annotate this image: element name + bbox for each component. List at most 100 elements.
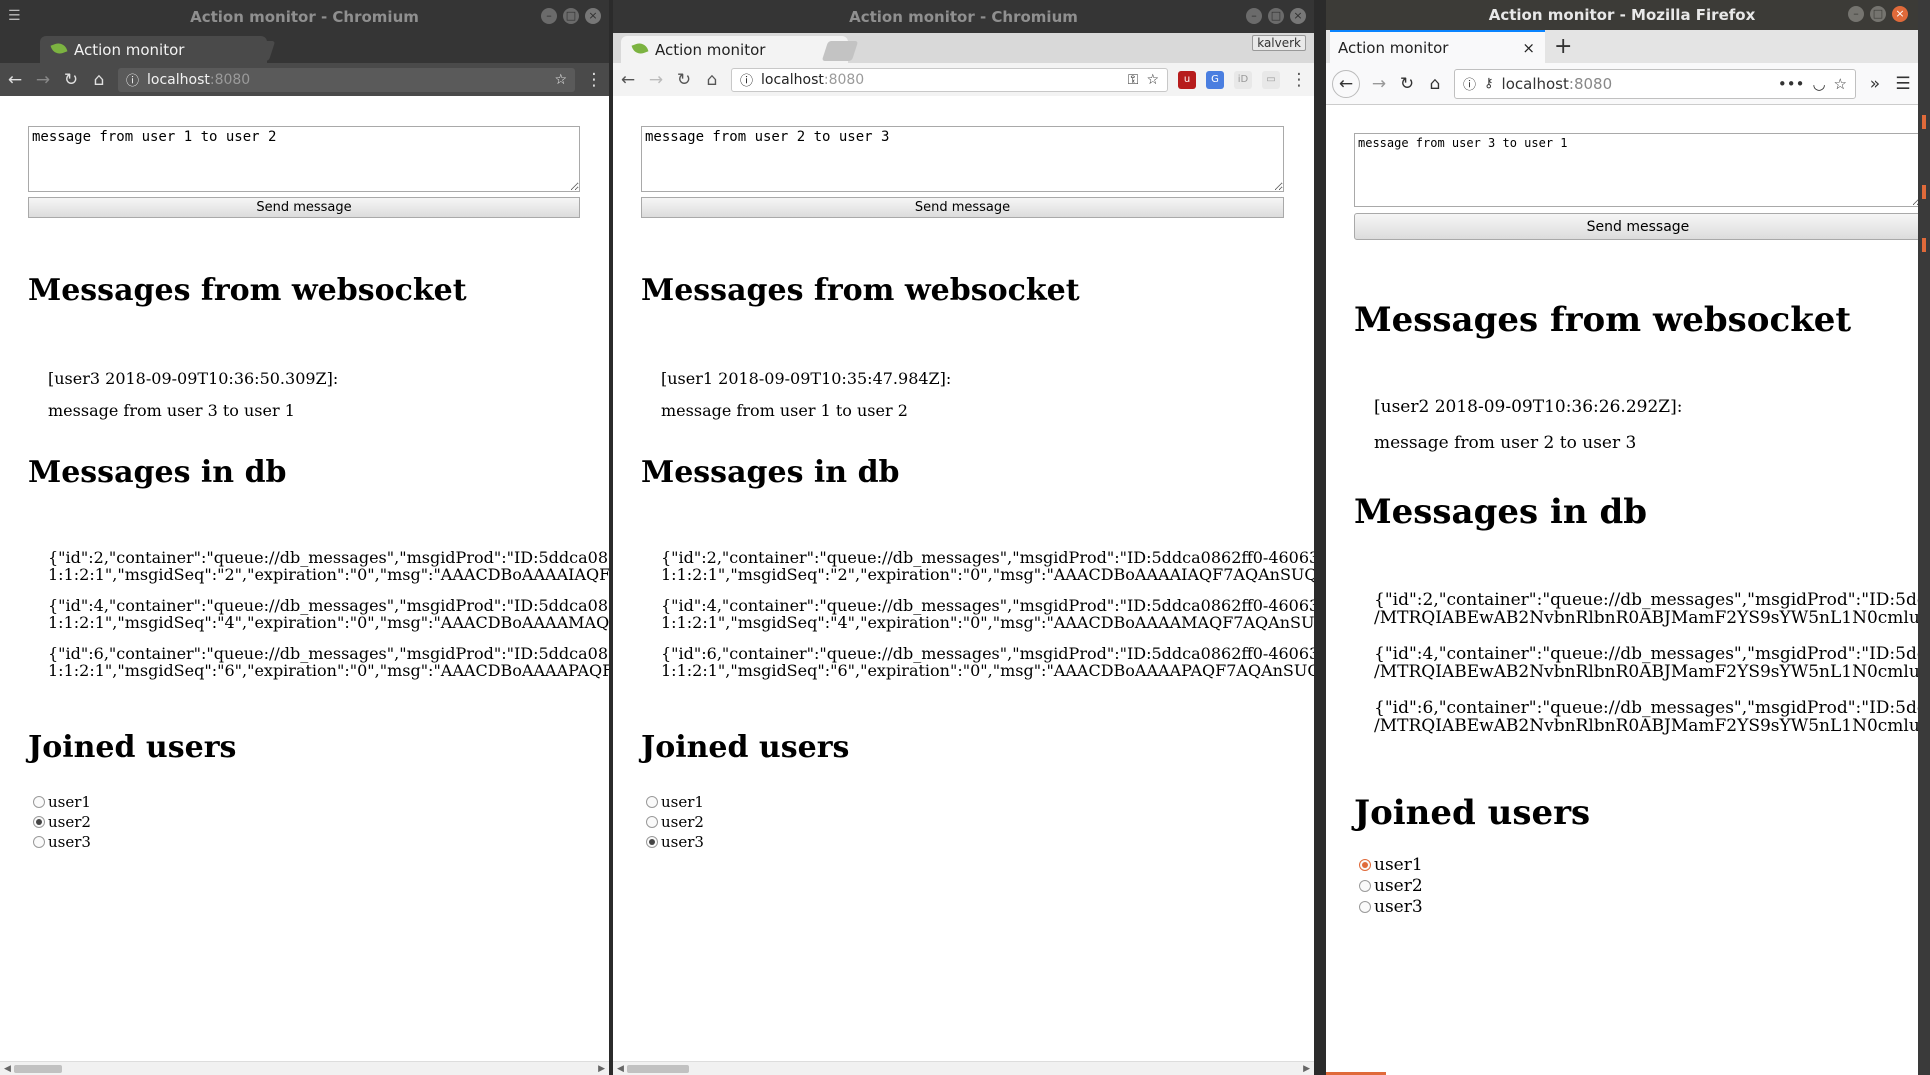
reload-icon[interactable]: ↻: [62, 70, 80, 90]
menu-icon[interactable]: ☰: [8, 8, 21, 24]
db-message: {"id":6,"container":"queue://db_messages…: [1374, 699, 1918, 736]
scroll-left-icon[interactable]: ◀: [617, 1062, 624, 1075]
bookmark-star-icon[interactable]: ☆: [1146, 72, 1159, 88]
user-radio-user1[interactable]: user1: [646, 793, 704, 811]
ws-message-meta: [user3 2018-09-09T10:36:50.309Z]:: [48, 369, 339, 388]
bookmark-star-icon[interactable]: ☆: [554, 72, 567, 88]
scroll-right-icon[interactable]: ▶: [598, 1062, 605, 1075]
minimize-icon[interactable]: –: [1848, 6, 1864, 22]
send-message-button[interactable]: Send message: [1354, 213, 1918, 240]
back-icon[interactable]: ←: [619, 70, 637, 90]
info-icon[interactable]: ⓘ: [126, 70, 139, 89]
scrollbar-thumb[interactable]: [627, 1065, 689, 1073]
radio-dot[interactable]: [33, 836, 45, 848]
kebab-menu-icon[interactable]: ⋮: [1290, 70, 1308, 90]
user-radio-user2[interactable]: user2: [1359, 876, 1423, 896]
id-extension-icon[interactable]: iD: [1234, 70, 1252, 89]
websocket-heading: Messages from websocket: [28, 273, 467, 308]
reload-icon[interactable]: ↻: [1398, 74, 1416, 94]
maximize-icon[interactable]: □: [1870, 6, 1886, 22]
back-icon[interactable]: ←: [1332, 69, 1360, 98]
user-radio-user1[interactable]: user1: [33, 793, 91, 811]
tab-action-monitor[interactable]: Action monitor ×: [621, 36, 849, 63]
home-icon[interactable]: ⌂: [1426, 74, 1444, 94]
reload-icon[interactable]: ↻: [675, 70, 693, 90]
message-textarea[interactable]: [28, 126, 580, 192]
db-message: {"id":4,"container":"queue://db_messages…: [661, 597, 1314, 632]
scroll-left-icon[interactable]: ◀: [4, 1062, 11, 1075]
chat-extension-icon[interactable]: ▭: [1262, 70, 1280, 89]
address-bar[interactable]: ⓘ localhost:8080 ⚿ ☆: [731, 67, 1168, 92]
window-titlebar[interactable]: Action monitor - Mozilla Firefox – □ ×: [1326, 0, 1918, 30]
send-message-button[interactable]: Send message: [28, 197, 580, 218]
ublock-extension-icon[interactable]: u: [1178, 70, 1196, 89]
user-radio-user3[interactable]: user3: [646, 833, 704, 851]
close-icon[interactable]: ×: [1892, 6, 1908, 22]
tab-label: Action monitor: [1338, 38, 1449, 57]
key-icon[interactable]: ⚷: [1484, 76, 1494, 91]
indicator-mark: [1922, 185, 1926, 199]
radio-dot[interactable]: [1359, 859, 1371, 871]
window-titlebar[interactable]: Action monitor - Chromium – □ ×: [613, 0, 1314, 33]
page-actions-icon[interactable]: •••: [1778, 75, 1805, 93]
db-message-line: 1:1:2:1","msgidSeq":"4","expiration":"0"…: [661, 612, 1314, 632]
bookmark-star-icon[interactable]: ☆: [1834, 75, 1847, 93]
maximize-icon[interactable]: □: [563, 8, 579, 24]
user-radio-user3[interactable]: user3: [1359, 897, 1423, 917]
tab-action-monitor[interactable]: Action monitor ×: [1330, 30, 1545, 63]
radio-dot[interactable]: [33, 796, 45, 808]
maximize-icon[interactable]: □: [1268, 8, 1284, 24]
forward-icon[interactable]: →: [34, 70, 52, 90]
home-icon[interactable]: ⌂: [90, 70, 108, 90]
window-titlebar[interactable]: ☰ Action monitor - Chromium – □ ×: [0, 0, 609, 33]
radio-dot[interactable]: [1359, 880, 1371, 892]
overflow-chevron-icon[interactable]: »: [1866, 74, 1884, 94]
radio-dot[interactable]: [33, 816, 45, 828]
scrollbar-thumb[interactable]: [14, 1065, 62, 1073]
forward-icon[interactable]: →: [1370, 74, 1388, 94]
hamburger-menu-icon[interactable]: ☰: [1894, 74, 1912, 94]
url-port: :8080: [209, 71, 251, 88]
db-heading: Messages in db: [28, 455, 287, 490]
info-icon[interactable]: ⓘ: [1463, 74, 1476, 93]
radio-label: user1: [661, 793, 704, 811]
message-textarea[interactable]: [1354, 133, 1918, 207]
radio-dot[interactable]: [646, 836, 658, 848]
new-tab-button[interactable]: [821, 41, 859, 61]
info-icon[interactable]: ⓘ: [740, 70, 753, 89]
back-icon[interactable]: ←: [6, 70, 24, 90]
radio-dot[interactable]: [646, 796, 658, 808]
new-tab-plus-icon[interactable]: +: [1554, 34, 1572, 59]
address-bar[interactable]: ⓘ ⚷ localhost:8080 ••• ◡ ☆: [1454, 68, 1856, 99]
websocket-heading: Messages from websocket: [1354, 300, 1852, 340]
browser-toolbar: ← → ↻ ⌂ ⓘ ⚷ localhost:8080 ••• ◡ ☆ » ☰: [1326, 63, 1918, 105]
tab-action-monitor[interactable]: Action monitor ×: [40, 36, 268, 63]
send-message-button[interactable]: Send message: [641, 197, 1284, 218]
home-icon[interactable]: ⌂: [703, 70, 721, 90]
forward-icon[interactable]: →: [647, 70, 665, 90]
translate-extension-icon[interactable]: G: [1206, 70, 1224, 89]
scroll-right-icon[interactable]: ▶: [1303, 1062, 1310, 1075]
close-icon[interactable]: ×: [1290, 8, 1306, 24]
message-textarea[interactable]: [641, 126, 1284, 192]
address-bar[interactable]: ⓘ localhost:8080 ☆: [118, 67, 575, 92]
new-tab-button[interactable]: [238, 41, 276, 61]
user-radio-user3[interactable]: user3: [33, 833, 91, 851]
pocket-icon[interactable]: ◡: [1812, 75, 1825, 93]
radio-dot[interactable]: [1359, 901, 1371, 913]
profile-button[interactable]: kalverk: [1252, 35, 1306, 51]
close-icon[interactable]: ×: [585, 8, 601, 24]
url-host: localhost: [147, 71, 210, 88]
radio-label: user2: [1374, 876, 1423, 896]
kebab-menu-icon[interactable]: ⋮: [585, 70, 603, 90]
minimize-icon[interactable]: –: [1246, 8, 1262, 24]
key-icon[interactable]: ⚿: [1128, 72, 1139, 88]
user-radio-user1[interactable]: user1: [1359, 855, 1423, 875]
minimize-icon[interactable]: –: [541, 8, 557, 24]
horizontal-scrollbar[interactable]: ◀ ▶: [613, 1061, 1314, 1075]
horizontal-scrollbar[interactable]: ◀ ▶: [0, 1061, 609, 1075]
radio-dot[interactable]: [646, 816, 658, 828]
user-radio-user2[interactable]: user2: [33, 813, 91, 831]
user-radio-user2[interactable]: user2: [646, 813, 704, 831]
tab-close-icon[interactable]: ×: [1522, 39, 1535, 57]
